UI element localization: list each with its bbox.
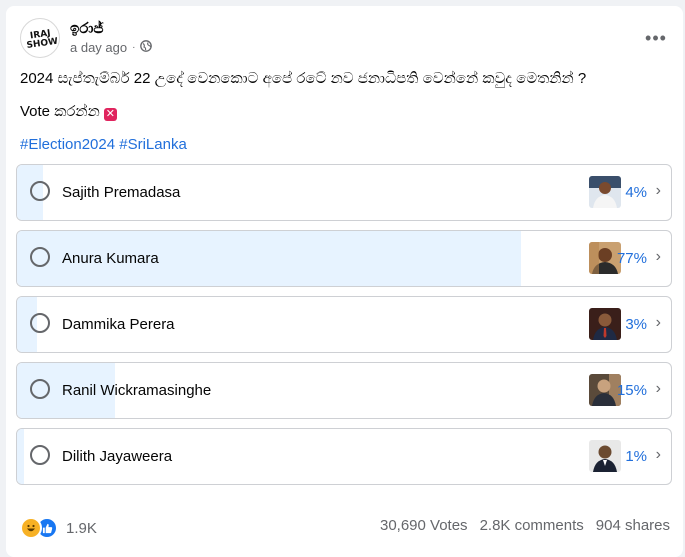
poll-option-percent: 4%: [625, 184, 647, 201]
haha-reaction-icon: [20, 517, 42, 539]
post-text-line2-wrap: Vote කරන්න ✕: [20, 101, 670, 122]
chevron-right-icon: ›: [655, 182, 661, 199]
reactions-summary[interactable]: 1.9K: [20, 517, 97, 539]
poll-option-percent: 77%: [616, 250, 647, 267]
more-options-icon[interactable]: •••: [642, 24, 670, 52]
comment-count[interactable]: 2.8K comments: [480, 517, 584, 534]
separator-dot: ·: [132, 42, 136, 53]
hashtag-srilanka[interactable]: #SriLanka: [119, 136, 187, 153]
chevron-right-icon: ›: [655, 380, 661, 397]
post-card: IRAJ SHOW ඉරාජ් a day ago · ••• 2024 සැප…: [6, 6, 683, 557]
candidate-photo: [589, 440, 621, 472]
chevron-right-icon: ›: [655, 314, 661, 331]
vote-count[interactable]: 30,690 Votes: [380, 517, 468, 534]
radio-button[interactable]: [30, 313, 50, 333]
post-text-line2: Vote කරන්න: [20, 103, 100, 120]
globe-icon: [140, 40, 153, 55]
post-body: 2024 සැප්තැම්බර් 22 උදේ වෙනකොට අපේ රටේ න…: [20, 68, 670, 167]
poll-option-anura[interactable]: Anura Kumara 77% ›: [16, 230, 672, 287]
poll-option-label: Dammika Perera: [62, 316, 175, 333]
post-meta: a day ago ·: [70, 40, 153, 55]
cross-mark-icon: ✕: [103, 108, 117, 121]
radio-button[interactable]: [30, 247, 50, 267]
candidate-photo: [589, 308, 621, 340]
hashtag-election2024[interactable]: #Election2024: [20, 136, 115, 153]
radio-button[interactable]: [30, 445, 50, 465]
poll-option-dammika[interactable]: Dammika Perera 3% ›: [16, 296, 672, 353]
poll-option-percent: 3%: [625, 316, 647, 333]
poll-option-ranil[interactable]: Ranil Wickramasinghe 15% ›: [16, 362, 672, 419]
poll-option-label: Dilith Jayaweera: [62, 448, 173, 465]
radio-button[interactable]: [30, 379, 50, 399]
poll-option-percent: 15%: [616, 382, 647, 399]
reaction-count[interactable]: 1.9K: [66, 520, 97, 537]
poll: Sajith Premadasa 4% › Anura Kumara 77% ›…: [16, 164, 672, 494]
post-header: IRAJ SHOW ඉරාජ් a day ago · •••: [20, 18, 670, 58]
poll-option-percent: 1%: [625, 448, 647, 465]
author-name[interactable]: ඉරාජ්: [70, 20, 104, 37]
post-text-line1: 2024 සැප්තැම්බර් 22 උදේ වෙනකොට අපේ රටේ න…: [20, 70, 587, 87]
poll-option-label: Ranil Wickramasinghe: [62, 382, 212, 399]
avatar[interactable]: IRAJ SHOW: [20, 18, 60, 58]
hashtags: #Election2024 #SriLanka: [20, 134, 670, 155]
poll-option-label: Sajith Premadasa: [62, 184, 181, 201]
poll-option-dilith[interactable]: Dilith Jayaweera 1% ›: [16, 428, 672, 485]
share-count[interactable]: 904 shares: [596, 517, 670, 534]
post-footer: 1.9K 30,690 Votes 2.8K comments 904 shar…: [20, 517, 670, 539]
radio-button[interactable]: [30, 181, 50, 201]
avatar-logo: IRAJ SHOW: [26, 28, 59, 52]
poll-fill: [17, 429, 24, 484]
post-stats: 30,690 Votes 2.8K comments 904 shares: [380, 517, 670, 534]
post-time[interactable]: a day ago: [70, 40, 127, 55]
poll-option-sajith[interactable]: Sajith Premadasa 4% ›: [16, 164, 672, 221]
poll-option-label: Anura Kumara: [62, 250, 159, 267]
candidate-photo: [589, 176, 621, 208]
chevron-right-icon: ›: [655, 446, 661, 463]
chevron-right-icon: ›: [655, 248, 661, 265]
